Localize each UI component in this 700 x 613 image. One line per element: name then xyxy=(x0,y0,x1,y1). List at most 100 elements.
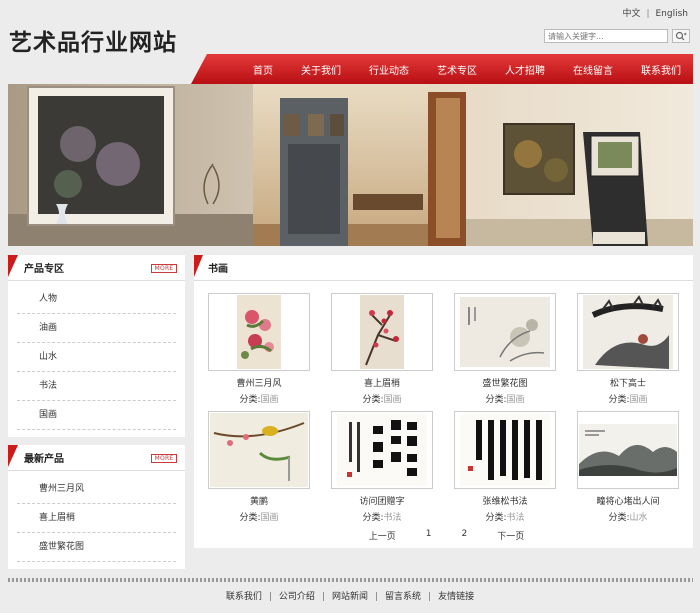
next-page-link[interactable]: 下一页 xyxy=(497,529,524,542)
nav-message[interactable]: 在线留言 xyxy=(573,62,613,77)
search-bar xyxy=(544,29,690,43)
category-label: 分类: xyxy=(362,395,384,405)
nav-news[interactable]: 行业动态 xyxy=(369,62,409,77)
product-name[interactable]: 访问团赠字 xyxy=(331,494,433,507)
sidebar-item-oil[interactable]: 油画 xyxy=(17,314,176,343)
product-thumbnail[interactable] xyxy=(208,293,310,371)
product-card[interactable]: 黄鹂 分类:国画 xyxy=(208,411,310,529)
page-1-link[interactable]: 1 xyxy=(426,529,432,542)
calligraphy-work xyxy=(460,414,550,486)
latest-item-2[interactable]: 喜上眉梢 xyxy=(17,504,176,533)
prev-page-link[interactable]: 上一页 xyxy=(369,529,396,542)
category-value[interactable]: 国画 xyxy=(507,395,525,405)
product-category: 分类:书法 xyxy=(454,510,556,523)
calligraphy-scroll xyxy=(337,414,427,486)
category-value[interactable]: 国画 xyxy=(261,395,279,405)
latest-item-1[interactable]: 曹州三月风 xyxy=(17,475,176,504)
site-logo[interactable]: 艺术品行业网站 xyxy=(9,23,177,57)
flowers-painting xyxy=(460,297,550,367)
latest-products-panel: 最新产品 MORE 曹州三月风 喜上眉梢 盛世繁花图 xyxy=(8,445,185,569)
product-category: 分类:国画 xyxy=(208,392,310,405)
category-value[interactable]: 国画 xyxy=(261,513,279,523)
landscape-painting xyxy=(579,424,677,476)
latest-products-header: 最新产品 MORE xyxy=(8,445,185,471)
banner-image xyxy=(8,84,693,246)
product-thumbnail[interactable] xyxy=(208,411,310,489)
product-thumbnail[interactable] xyxy=(577,411,679,489)
footer-separator: | xyxy=(428,592,432,602)
lang-separator: | xyxy=(646,9,650,19)
sidebar-item-landscape[interactable]: 山水 xyxy=(17,343,176,372)
pagination: 上一页 1 2 下一页 xyxy=(194,529,699,542)
plum-blossom-painting xyxy=(360,295,404,369)
gallery-photo xyxy=(8,84,693,246)
nav-jobs[interactable]: 人才招聘 xyxy=(505,62,545,77)
pine-scholar-painting xyxy=(583,295,673,369)
search-button[interactable] xyxy=(672,29,690,43)
main-nav: 首页 关于我们 行业动态 艺术专区 人才招聘 在线留言 联系我们 xyxy=(191,54,693,84)
footer-about-link[interactable]: 公司介绍 xyxy=(279,592,315,602)
footer-guestbook-link[interactable]: 留言系统 xyxy=(385,592,421,602)
category-label: 分类: xyxy=(362,513,384,523)
product-card[interactable]: 曹州三月风 分类:国画 xyxy=(208,293,310,411)
nav-home[interactable]: 首页 xyxy=(253,62,273,77)
category-value[interactable]: 国画 xyxy=(630,395,648,405)
product-card[interactable]: 张维松书法 分类:书法 xyxy=(454,411,556,529)
product-thumbnail[interactable] xyxy=(577,293,679,371)
category-label: 分类: xyxy=(239,513,261,523)
product-name[interactable]: 松下高士 xyxy=(577,376,679,389)
footer-separator: | xyxy=(268,592,272,602)
product-thumbnail[interactable] xyxy=(454,411,556,489)
product-card[interactable]: 访问团赠字 分类:书法 xyxy=(331,411,433,529)
product-category: 分类:国画 xyxy=(331,392,433,405)
product-card[interactable]: 松下高士 分类:国画 xyxy=(577,293,679,411)
sidebar-item-chinese-painting[interactable]: 国画 xyxy=(17,401,176,430)
sidebar-item-calligraphy[interactable]: 书法 xyxy=(17,372,176,401)
main-header: 书画 xyxy=(194,255,693,281)
product-card[interactable]: 疃将心堵出人间 分类:山水 xyxy=(577,411,679,529)
product-thumbnail[interactable] xyxy=(331,411,433,489)
peony-painting xyxy=(237,295,281,369)
product-name[interactable]: 曹州三月风 xyxy=(208,376,310,389)
category-label: 分类: xyxy=(608,395,630,405)
category-label: 分类: xyxy=(608,513,630,523)
product-card[interactable]: 喜上眉梢 分类:国画 xyxy=(331,293,433,411)
product-zone-more-button[interactable]: MORE xyxy=(151,264,177,273)
footer-friend-links[interactable]: 友情链接 xyxy=(438,592,474,602)
nav-contact[interactable]: 联系我们 xyxy=(641,62,681,77)
search-icon xyxy=(675,31,687,41)
lang-en-link[interactable]: English xyxy=(656,9,689,19)
nav-art-zone[interactable]: 艺术专区 xyxy=(437,62,477,77)
latest-products-title: 最新产品 xyxy=(24,454,64,465)
category-value[interactable]: 国画 xyxy=(384,395,402,405)
product-category: 分类:国画 xyxy=(577,392,679,405)
nav-about[interactable]: 关于我们 xyxy=(301,62,341,77)
footer-news-link[interactable]: 网站新闻 xyxy=(332,592,368,602)
product-zone-panel: 产品专区 MORE 人物 油画 山水 书法 国画 xyxy=(8,255,185,437)
product-name[interactable]: 疃将心堵出人间 xyxy=(577,494,679,507)
footer-contact-link[interactable]: 联系我们 xyxy=(226,592,262,602)
latest-item-3[interactable]: 盛世繁花图 xyxy=(17,533,176,562)
category-label: 分类: xyxy=(485,395,507,405)
product-name[interactable]: 黄鹂 xyxy=(208,494,310,507)
product-thumbnail[interactable] xyxy=(331,293,433,371)
product-thumbnail[interactable] xyxy=(454,293,556,371)
product-category: 分类:国画 xyxy=(454,392,556,405)
category-value[interactable]: 书法 xyxy=(384,513,402,523)
product-name[interactable]: 张维松书法 xyxy=(454,494,556,507)
latest-products-more-button[interactable]: MORE xyxy=(151,454,177,463)
sidebar-item-figure[interactable]: 人物 xyxy=(17,285,176,314)
product-category: 分类:国画 xyxy=(208,510,310,523)
product-name[interactable]: 盛世繁花图 xyxy=(454,376,556,389)
product-card[interactable]: 盛世繁花图 分类:国画 xyxy=(454,293,556,411)
product-name[interactable]: 喜上眉梢 xyxy=(331,376,433,389)
main-content-panel: 书画 曹州三月风 分类:国画 喜上眉梢 分类:国画 盛世繁花图 分类:国画 松下… xyxy=(194,255,693,548)
page-2-link[interactable]: 2 xyxy=(462,529,468,542)
lang-zh-link[interactable]: 中文 xyxy=(622,9,640,19)
footer-separator: | xyxy=(375,592,379,602)
search-input[interactable] xyxy=(544,29,668,43)
category-value[interactable]: 山水 xyxy=(630,513,648,523)
footer-separator: | xyxy=(321,592,325,602)
category-value[interactable]: 书法 xyxy=(507,513,525,523)
oriole-painting xyxy=(210,413,308,487)
